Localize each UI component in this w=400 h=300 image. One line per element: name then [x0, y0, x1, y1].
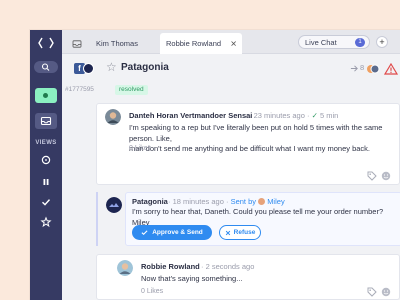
message-body: I'm speaking to a rep but I've literally…	[129, 123, 399, 155]
online-status-toggle[interactable]	[35, 88, 57, 103]
tab-label: Live Chat	[305, 37, 337, 47]
message-card: Danteh Horan Vertmandoer Sensai · 23 min…	[96, 103, 400, 185]
ticket-id: #1777595	[65, 86, 94, 93]
refuse-label: Refuse	[233, 229, 256, 236]
status-badge[interactable]: resolved	[115, 85, 148, 95]
rail-search-button[interactable]	[34, 61, 58, 73]
message-card: Robbie Rowland · 2 seconds ago Now that'…	[96, 254, 400, 300]
conversation-title: Patagonia	[121, 62, 169, 73]
follower-count: 8	[360, 63, 365, 72]
plus-icon: +	[379, 37, 385, 47]
inbox-icon	[40, 116, 52, 126]
refuse-button[interactable]: Refuse	[219, 225, 261, 240]
tab-kim-thomas[interactable]: Kim Thomas	[66, 33, 160, 54]
message-actions	[367, 287, 393, 297]
search-icon	[41, 63, 50, 71]
sent-by-agent[interactable]: Miley	[267, 197, 285, 206]
online-status-icon	[43, 93, 48, 98]
pause-icon[interactable]	[39, 176, 53, 188]
alert-button[interactable]	[383, 62, 399, 76]
message-body: Now that's saying something...	[141, 274, 243, 283]
tab-robbie-rowland[interactable]: Robbie Rowland ✕	[160, 33, 242, 54]
likes-count[interactable]: 0 Likes	[129, 145, 151, 152]
reaction-icon[interactable]	[381, 171, 391, 181]
time-text: 2 seconds ago	[205, 262, 255, 271]
check-icon	[141, 230, 148, 236]
favorite-star-icon[interactable]: ☆	[106, 60, 117, 74]
sent-by-label: Sent by	[230, 197, 256, 206]
avatar	[105, 109, 121, 125]
message-author[interactable]: Danteh Horan Vertmandoer Sensai	[129, 111, 252, 120]
reply-draft-thread: Patagonia · 18 minutes ago · Sent by Mil…	[96, 192, 400, 246]
reply-meta: · 18 minutes ago · Sent by Miley	[168, 197, 285, 206]
likes-count[interactable]: 0 Likes	[141, 288, 163, 295]
sent-check-icon: ✓	[311, 111, 318, 120]
message-actions	[367, 171, 393, 181]
sent-time: 5 min	[319, 111, 339, 120]
avatar-stack-icon	[367, 64, 380, 74]
message-line: I'm speaking to a rep but I've literally…	[129, 123, 383, 143]
warning-icon	[383, 62, 399, 75]
channel-icons: f	[74, 63, 94, 75]
ticket-meta-row: #1777595 resolved	[62, 83, 400, 98]
tab-live-chat[interactable]: Live Chat 1	[298, 35, 370, 49]
tag-icon[interactable]	[367, 171, 377, 181]
conversation-header: f ☆ Patagonia 8	[62, 55, 400, 83]
follow-arrow-icon	[350, 65, 358, 72]
unread-count-badge: 1	[355, 38, 365, 47]
tab-bar: Kim Thomas Robbie Rowland ✕ Live Chat 1 …	[62, 30, 400, 54]
avatar	[117, 260, 133, 276]
approve-label: Approve & Send	[152, 229, 203, 236]
close-icon	[225, 230, 230, 235]
reply-time: 18 minutes ago	[172, 197, 224, 206]
inbox-icon	[72, 39, 82, 48]
views-label: VIEWS	[35, 140, 57, 146]
reaction-icon[interactable]	[381, 287, 391, 297]
tab-label: Robbie Rowland	[166, 39, 222, 48]
message-time: · 23 minutes ago · ✓ 5 min	[249, 111, 339, 120]
tab-label: Kim Thomas	[96, 39, 138, 48]
rail-inbox-button[interactable]	[35, 113, 57, 129]
app-window: VIEWS Kim Thomas Robbie Rowland ✕ Live C…	[30, 30, 400, 300]
message-time: · 2 seconds ago	[201, 262, 255, 271]
logo-icon[interactable]	[38, 37, 54, 49]
approve-send-button[interactable]: Approve & Send	[132, 225, 212, 240]
left-rail: VIEWS	[30, 30, 62, 300]
add-tab-button[interactable]: +	[376, 36, 388, 48]
clock-icon[interactable]	[39, 154, 53, 166]
patagonia-avatar	[106, 197, 122, 213]
star-icon[interactable]	[39, 216, 53, 228]
message-line: man don't send me anything and be diffic…	[129, 144, 371, 153]
agent-avatar	[258, 198, 266, 205]
assignee-avatars[interactable]	[366, 62, 380, 76]
time-text: 23 minutes ago	[253, 111, 305, 120]
reply-draft-card: Patagonia · 18 minutes ago · Sent by Mil…	[106, 192, 400, 246]
patagonia-avatar	[83, 63, 94, 74]
close-tab-icon[interactable]: ✕	[230, 39, 237, 48]
reply-author[interactable]: Patagonia	[132, 197, 168, 206]
check-icon[interactable]	[39, 196, 53, 208]
tag-icon[interactable]	[367, 287, 377, 297]
message-author[interactable]: Robbie Rowland	[141, 262, 200, 271]
